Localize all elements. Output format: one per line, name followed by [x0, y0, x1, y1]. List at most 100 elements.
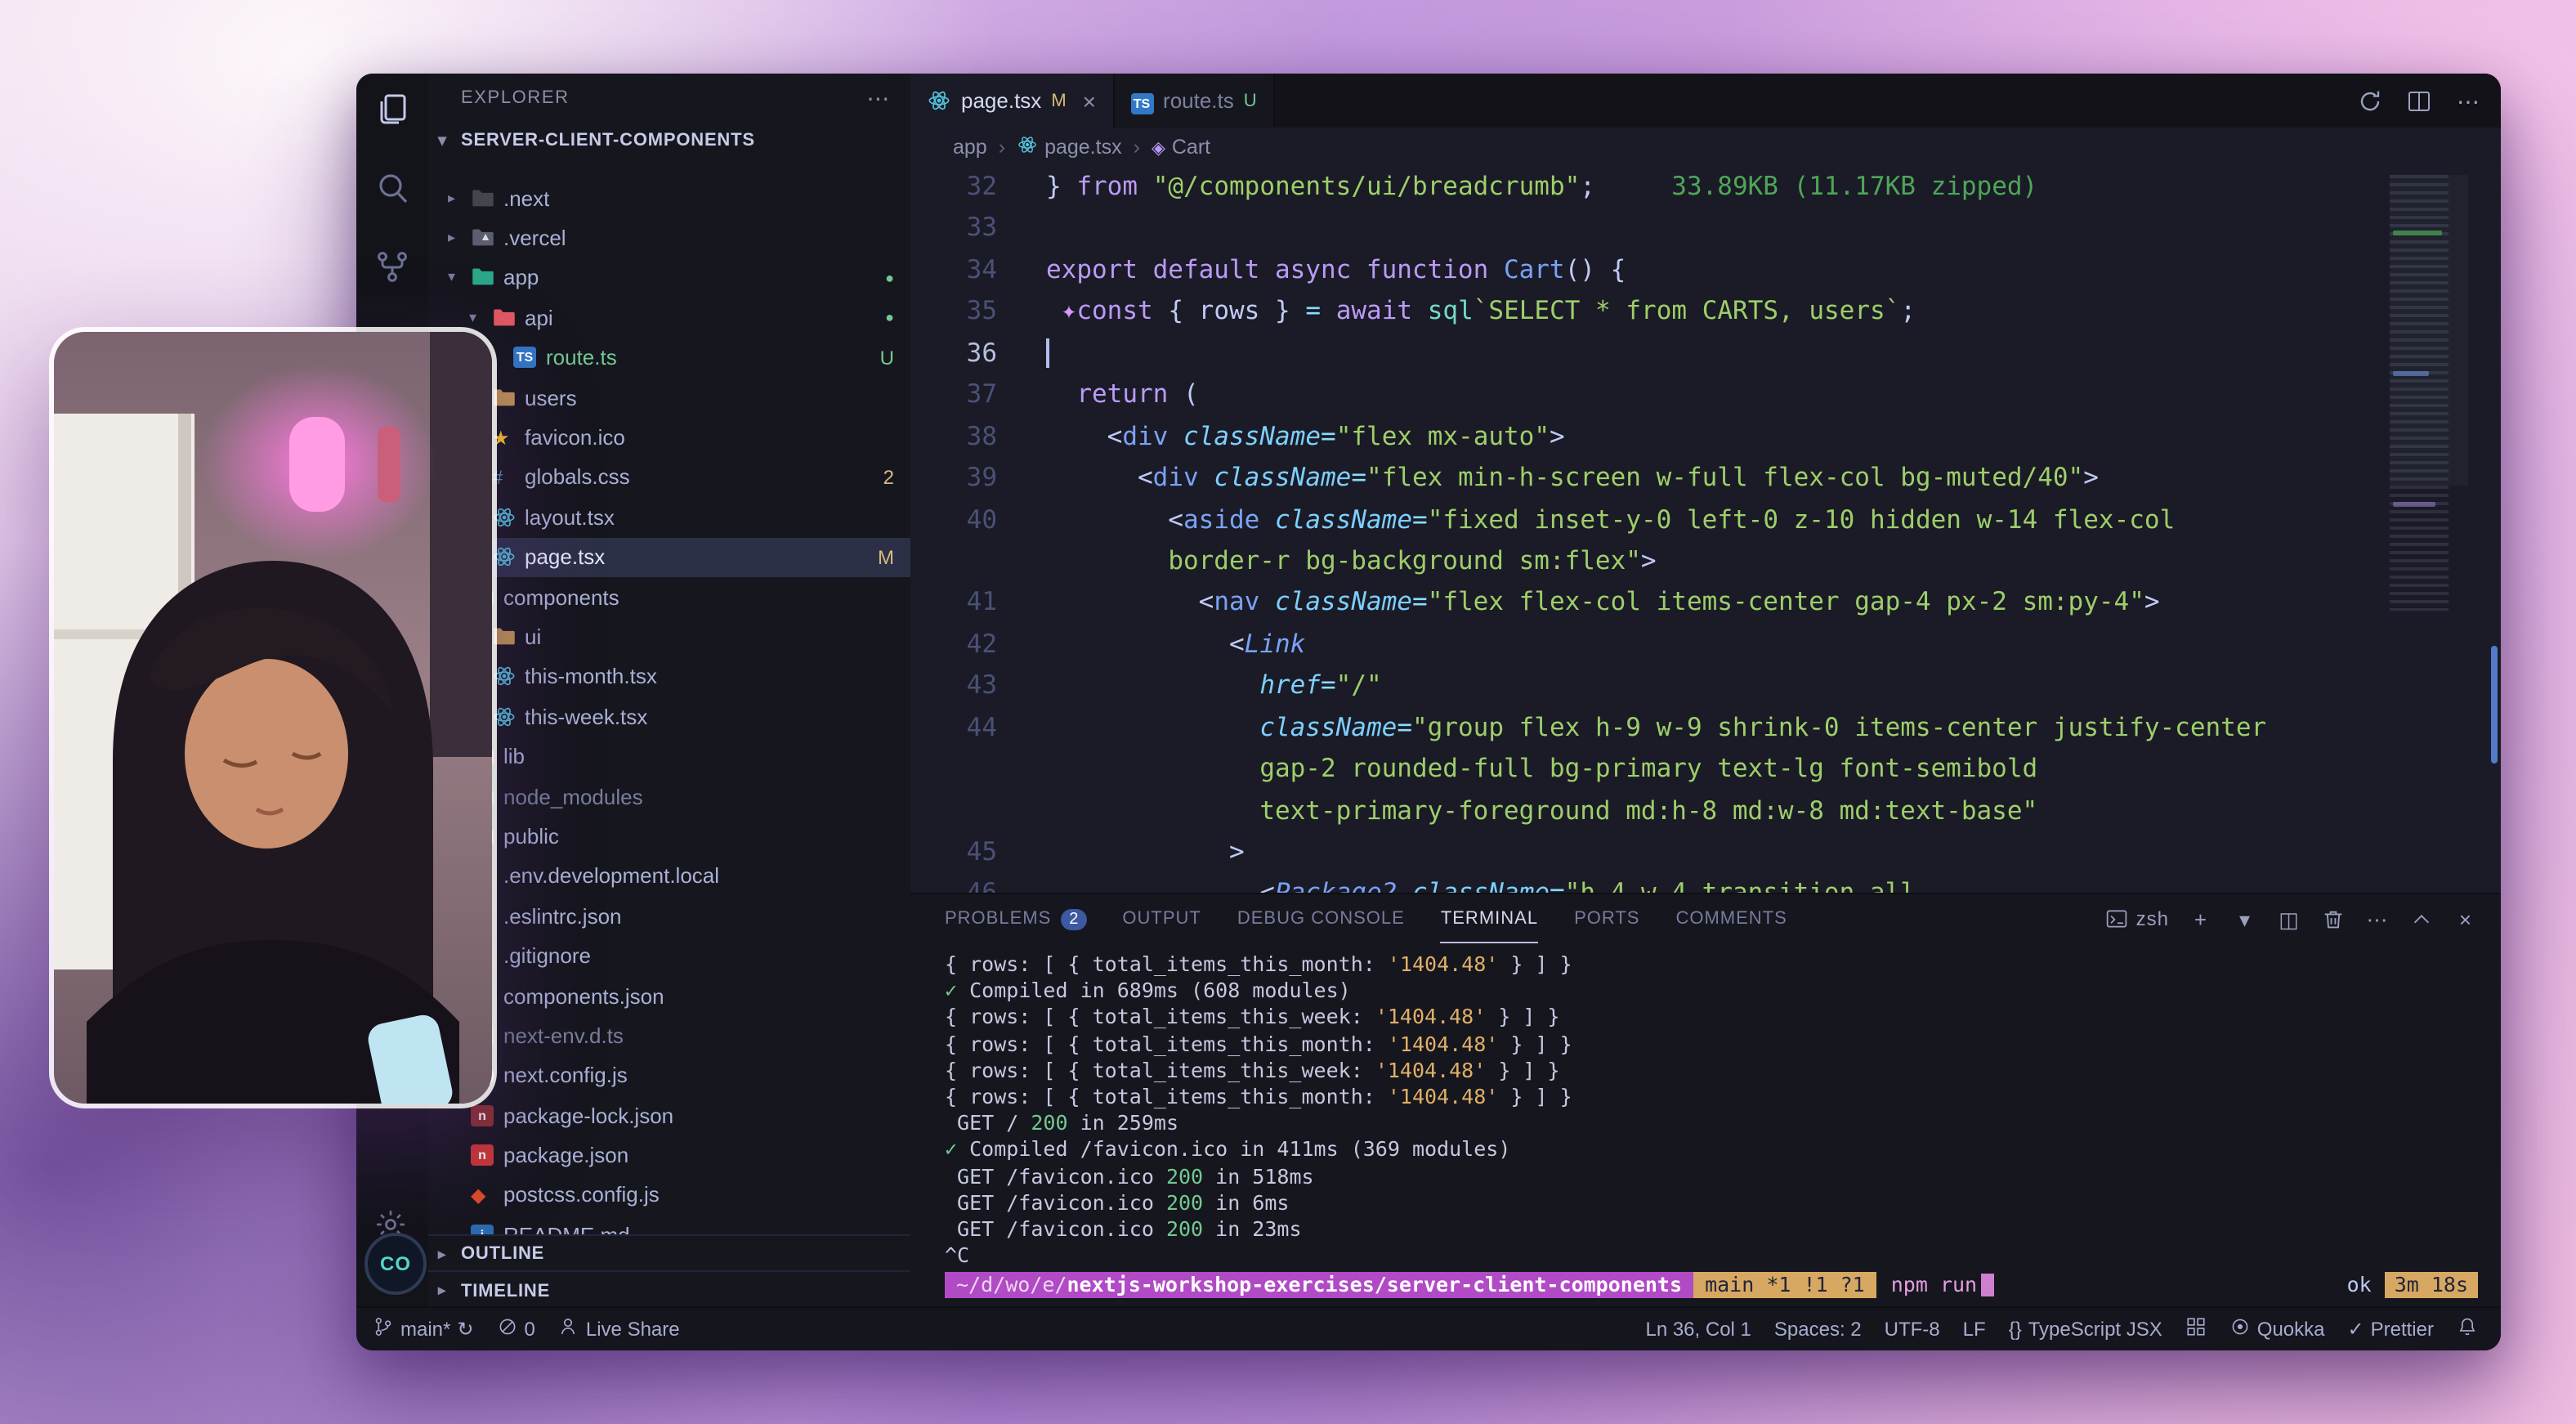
file-glyph-icon: ★ — [492, 428, 525, 447]
tree-item[interactable]: this-month.tsx — [428, 656, 910, 696]
panel-tab-ports[interactable]: PORTS — [1574, 894, 1639, 943]
explorer-more-icon[interactable]: ⋯ — [866, 84, 891, 112]
status-item[interactable] — [2457, 1316, 2478, 1342]
status-item-typescript-jsx[interactable]: {}TypeScript JSX — [2009, 1318, 2162, 1341]
panel-tab-terminal[interactable]: TERMINAL — [1441, 894, 1538, 943]
tree-item[interactable]: ▾app● — [428, 258, 910, 298]
breadcrumb-item[interactable]: app — [953, 136, 987, 159]
panel-tab-debug-console[interactable]: DEBUG CONSOLE — [1237, 894, 1405, 943]
split-terminal-icon[interactable]: ◫ — [2277, 907, 2301, 931]
tree-item[interactable]: npackage-lock.json — [428, 1095, 910, 1135]
chevron-right-icon: ▸ — [438, 1282, 461, 1300]
tree-item[interactable]: this-week.tsx — [428, 696, 910, 737]
new-terminal-icon[interactable]: + — [2189, 907, 2213, 931]
status-label: LF — [1963, 1318, 1986, 1341]
close-icon[interactable]: × — [1083, 87, 1096, 114]
panel-tab-output[interactable]: OUTPUT — [1122, 894, 1201, 943]
tree-item[interactable]: ◆.gitignore — [428, 936, 910, 976]
terminal-prompt[interactable]: ~/d/wo/e/nextjs-workshop-exercises/serve… — [945, 1271, 2478, 1299]
source-control-icon[interactable] — [373, 247, 412, 286]
panel-tab-comments[interactable]: COMMENTS — [1675, 894, 1787, 943]
status-item-ln-36-col-1[interactable]: Ln 36, Col 1 — [1645, 1318, 1751, 1341]
text-cursor — [1046, 339, 1049, 369]
tree-item[interactable]: iREADME.md — [428, 1215, 910, 1234]
status-item-live-share[interactable]: Live Share — [558, 1316, 680, 1342]
tree-item[interactable]: ▸public — [428, 817, 910, 857]
terminal-dropdown-icon[interactable]: ▾ — [2233, 907, 2257, 931]
sync-icon: ↻ — [457, 1318, 473, 1341]
react-icon — [927, 88, 951, 113]
tree-item[interactable]: {}components.json — [428, 976, 910, 1016]
status-item-prettier[interactable]: ✓Prettier — [2348, 1318, 2435, 1341]
code-text: return ( — [1046, 374, 1199, 416]
tree-item[interactable]: ▸node_modules — [428, 777, 910, 817]
terminal-output[interactable]: { rows: [ { total_items_this_month: '140… — [910, 943, 2501, 1308]
project-root-row[interactable]: ▾ SERVER-CLIENT-COMPONENTS — [428, 123, 910, 159]
braces-icon: {} — [2009, 1318, 2022, 1341]
tree-item[interactable]: ◆postcss.config.js — [428, 1175, 910, 1216]
code-line: 41 <nav className="flex flex-col items-c… — [910, 583, 2501, 625]
editor-tab[interactable]: TSroute.tsU — [1114, 74, 1275, 128]
status-item-lf[interactable]: LF — [1963, 1318, 1986, 1341]
status-item-spaces-2[interactable]: Spaces: 2 — [1774, 1318, 1862, 1341]
line-number: 35 — [910, 292, 997, 334]
panel-more-icon[interactable]: ⋯ — [2365, 907, 2390, 931]
panel-tab-problems[interactable]: PROBLEMS2 — [945, 894, 1086, 943]
tree-item[interactable]: page.tsxM — [428, 537, 910, 577]
breadcrumb-label: app — [953, 136, 987, 159]
more-actions-icon[interactable]: ⋯ — [2455, 87, 2481, 114]
breadcrumb-separator: › — [999, 136, 1005, 159]
tree-item[interactable]: TSnext-env.d.ts — [428, 1015, 910, 1055]
status-item-0[interactable]: 0 — [497, 1316, 535, 1342]
tree-item[interactable]: ▾components — [428, 577, 910, 617]
scrollbar-thumb[interactable] — [2491, 646, 2498, 763]
tree-item[interactable]: #globals.css2 — [428, 457, 910, 497]
minimap[interactable] — [2390, 175, 2481, 878]
tree-item[interactable]: ▾api● — [428, 298, 910, 338]
kill-terminal-icon[interactable] — [2321, 907, 2346, 931]
tree-item[interactable]: TSroute.tsU — [428, 338, 910, 378]
line-number: 33 — [910, 208, 997, 250]
code-line: 46 <Package2 className="h-4 w-4 transiti… — [910, 874, 2501, 894]
tree-item[interactable]: ◈.eslintrc.json — [428, 896, 910, 936]
timeline-section[interactable]: ▸ TIMELINE — [428, 1270, 910, 1310]
file-name: next.config.js — [503, 1064, 628, 1088]
tree-item[interactable]: Nnext.config.js — [428, 1055, 910, 1095]
breadcrumb-item[interactable]: ◈Cart — [1152, 136, 1210, 159]
tree-item[interactable]: npackage.json — [428, 1135, 910, 1175]
tree-item[interactable]: layout.tsx — [428, 497, 910, 537]
tree-item[interactable]: ▸▲.vercel — [428, 218, 910, 258]
search-icon[interactable] — [373, 168, 412, 208]
file-name: node_modules — [503, 784, 643, 808]
file-name: this-week.tsx — [525, 705, 647, 729]
explorer-icon[interactable] — [373, 90, 412, 129]
code-editor[interactable]: 32} from "@/components/ui/breadcrumb"; 3… — [910, 167, 2501, 894]
breadcrumb-item[interactable]: page.tsx — [1017, 134, 1122, 160]
account-avatar[interactable]: CO — [364, 1233, 427, 1295]
maximize-panel-icon[interactable] — [2409, 907, 2434, 931]
tree-item[interactable]: ▸ui — [428, 617, 910, 657]
refresh-icon[interactable] — [2357, 87, 2383, 114]
tree-item[interactable]: ★favicon.ico — [428, 418, 910, 458]
file-name: app — [503, 266, 539, 290]
status-item[interactable] — [2185, 1316, 2207, 1342]
terminal-line: { rows: [ { total_items_this_week: '1404… — [945, 1058, 2478, 1084]
close-panel-icon[interactable]: × — [2453, 907, 2478, 931]
terminal-shell-item[interactable]: zsh — [2105, 907, 2169, 930]
folder-icon — [492, 625, 525, 649]
folder-icon — [471, 186, 503, 210]
file-name: api — [525, 306, 553, 330]
tree-item[interactable]: ▸.next — [428, 178, 910, 218]
outline-section[interactable]: ▸ OUTLINE — [428, 1234, 910, 1272]
tree-item[interactable]: ▸lib — [428, 737, 910, 777]
split-editor-icon[interactable] — [2406, 87, 2432, 114]
minimap-mark — [2393, 502, 2435, 507]
status-item-quokka[interactable]: Quokka — [2229, 1316, 2325, 1342]
status-item-main-[interactable]: main*↻ — [373, 1316, 474, 1342]
terminal-line: GET /favicon.ico 200 in 6ms — [945, 1189, 2478, 1216]
status-item-utf-8[interactable]: UTF-8 — [1885, 1318, 1940, 1341]
tree-item[interactable]: ⚙.env.development.local — [428, 856, 910, 896]
file-tree: ▸.next▸▲.vercel▾app●▾api●TSroute.tsU▸use… — [428, 178, 910, 1234]
editor-tab[interactable]: page.tsxM× — [910, 74, 1114, 128]
tree-item[interactable]: ▸users — [428, 378, 910, 418]
